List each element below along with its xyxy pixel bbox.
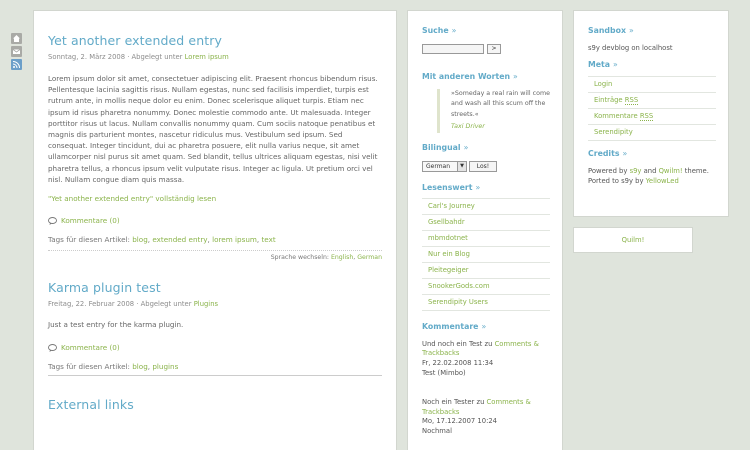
meta-item: Login — [588, 76, 716, 92]
blogroll-list: Carl's Journey Gsellbahdr mbmdotnet Nur … — [422, 197, 550, 311]
blogroll-item: Nur ein Blog — [422, 245, 550, 262]
sidebar-right: Sandbox» s9y devblog on localhost Meta» … — [573, 10, 729, 217]
comment-icon — [48, 343, 57, 352]
blogroll-link[interactable]: Serendipity Users — [428, 298, 488, 306]
meta-item: Kommentare RSS — [588, 108, 716, 124]
tag-link[interactable]: blog — [132, 235, 148, 244]
comments-link[interactable]: Kommentare (0) — [61, 216, 120, 225]
entry-meta: Freitag, 22. Februar 2008 · Abgelegt unt… — [48, 300, 382, 308]
sidebar-middle: Suche» > Mit anderen Worten» »Someday a … — [407, 10, 563, 450]
read-more-link[interactable]: "Yet another extended entry" vollständig… — [48, 194, 216, 203]
entries-rss-link[interactable]: Einträge RSS — [594, 96, 639, 105]
entry-category[interactable]: Plugins — [194, 300, 218, 308]
entry: External links — [48, 397, 382, 412]
tag-link[interactable]: lorem ipsum — [212, 235, 257, 244]
rss-icon[interactable] — [11, 59, 22, 70]
language-english-link[interactable]: English — [331, 254, 353, 261]
comments-link[interactable]: Kommentare (0) — [61, 343, 120, 352]
sandbox-heading: Sandbox» — [588, 26, 634, 35]
language-switch-label: Sprache wechseln: — [270, 254, 331, 262]
blogroll-item: Gsellbahdr — [422, 213, 550, 230]
sandbox-text: s9y devblog on localhost — [588, 44, 673, 52]
language-german-link[interactable]: German — [357, 254, 382, 261]
language-switch: Sprache wechseln: English, German — [48, 250, 382, 261]
comments-row: Kommentare (0) — [48, 343, 382, 352]
yellowled-link[interactable]: YellowLed — [646, 177, 679, 185]
comments-heading: Kommentare» — [422, 321, 487, 331]
blogroll-heading: Lesenswert» — [422, 182, 481, 192]
entry-body: Just a test entry for the karma plugin. — [48, 320, 184, 330]
tags-row: Tags für diesen Artikel: blog, plugins — [48, 362, 179, 372]
blogroll-link[interactable]: Pleitegeiger — [428, 266, 469, 274]
login-link[interactable]: Login — [594, 80, 612, 88]
entry-title[interactable]: Karma plugin test — [48, 280, 161, 295]
chevron-down-icon: ▼ — [457, 161, 466, 171]
s9y-link[interactable]: s9y — [630, 167, 642, 175]
mail-icon[interactable] — [11, 46, 22, 57]
blogroll-link[interactable]: Nur ein Blog — [428, 250, 470, 258]
comment-author: Test (Mimbo) — [422, 369, 466, 378]
bilingual-heading: Bilingual» — [422, 142, 469, 152]
comment-date: Mo, 17.12.2007 10:24 — [422, 417, 498, 426]
tags-label: Tags für diesen Artikel: — [48, 235, 133, 245]
meta-heading: Meta» — [588, 60, 618, 69]
tag-link[interactable]: plugins — [152, 362, 178, 371]
blogroll-link[interactable]: mbmdotnet — [428, 234, 468, 242]
language-form: German ▼ Los! — [422, 160, 550, 172]
blogroll-item: Carl's Journey — [422, 197, 550, 214]
blogroll-item: Pleitegeiger — [422, 261, 550, 278]
entry-meta: Sonntag, 2. März 2008 · Abgelegt unter L… — [48, 53, 382, 61]
entry-separator — [48, 375, 382, 377]
blogroll-link[interactable]: Gsellbahdr — [428, 218, 465, 226]
blogroll-link[interactable]: Carl's Journey — [428, 202, 475, 210]
quilm-link[interactable]: Quilm! — [622, 236, 645, 244]
comments-row: Kommentare (0) — [48, 216, 382, 225]
entry-date: Sonntag, 2. März 2008 · Abgelegt unter — [48, 53, 185, 61]
tags-row: Tags für diesen Artikel: blog, extended … — [48, 235, 276, 245]
tag-link[interactable]: blog — [132, 362, 148, 371]
meta-list: Login Einträge RSS Kommentare RSS Serend… — [588, 76, 716, 141]
entry: Yet another extended entry Sonntag, 2. M… — [48, 33, 382, 261]
search-button[interactable]: > — [487, 44, 501, 54]
entry-title[interactable]: Yet another extended entry — [48, 33, 222, 48]
entry-body: Lorem ipsum dolor sit amet, consectetuer… — [48, 74, 378, 184]
search-form: > — [422, 44, 550, 54]
comment-icon — [48, 216, 57, 225]
tag-link[interactable]: text — [261, 235, 275, 244]
tag-link[interactable]: extended entry — [152, 235, 207, 244]
recent-comment: Und noch ein Test zu Comments & Trackbac… — [422, 339, 539, 378]
quote: »Someday a real rain will come and wash … — [437, 89, 550, 133]
qwilm-link[interactable]: Qwilm! — [659, 167, 683, 175]
comment-author: Nochmal — [422, 427, 452, 436]
entry-date: Freitag, 22. Februar 2008 · Abgelegt unt… — [48, 300, 194, 309]
quote-heading: Mit anderen Worten» — [422, 72, 518, 81]
credits-text: Powered by s9y and Qwilm! theme. Ported … — [588, 167, 709, 185]
tool-icons — [11, 33, 22, 72]
quote-text: »Someday a real rain will come and wash … — [451, 90, 551, 118]
recent-comment: Noch ein Tester zu Comments & Trackbacks… — [422, 397, 531, 436]
search-input[interactable] — [422, 44, 484, 54]
language-select[interactable]: German ▼ — [422, 160, 467, 172]
meta-item: Einträge RSS — [588, 92, 716, 108]
blogroll-link[interactable]: SnookerGods.com — [428, 282, 490, 290]
entry-category[interactable]: Lorem ipsum — [185, 53, 229, 61]
blogroll-item: Serendipity Users — [422, 293, 550, 311]
entry: Karma plugin test Freitag, 22. Februar 2… — [48, 280, 382, 377]
main-content: Yet another extended entry Sonntag, 2. M… — [33, 10, 397, 450]
serendipity-link[interactable]: Serendipity — [594, 128, 633, 136]
entry-title[interactable]: External links — [48, 397, 134, 412]
comment-date: Fr, 22.02.2008 11:34 — [422, 359, 494, 368]
blogroll-item: mbmdotnet — [422, 229, 550, 246]
language-go-button[interactable]: Los! — [469, 160, 497, 172]
home-icon[interactable] — [11, 33, 22, 44]
meta-item: Serendipity — [588, 124, 716, 141]
search-heading: Suche» — [422, 26, 457, 35]
credits-heading: Credits» — [588, 149, 628, 158]
blogroll-item: SnookerGods.com — [422, 277, 550, 294]
quote-source: Taxi Driver — [451, 123, 485, 131]
quilm-box: Quilm! — [573, 227, 693, 253]
tags-label: Tags für diesen Artikel: — [48, 362, 133, 372]
comments-rss-link[interactable]: Kommentare RSS — [594, 112, 654, 121]
